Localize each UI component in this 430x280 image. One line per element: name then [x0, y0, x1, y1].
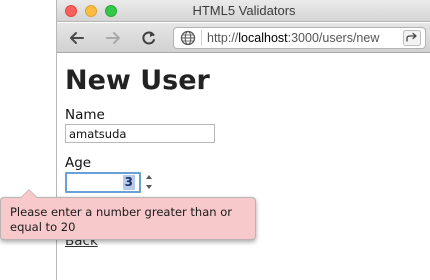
- age-value: 3: [122, 175, 135, 190]
- share-icon[interactable]: [403, 30, 421, 46]
- globe-icon: [180, 30, 196, 46]
- back-button[interactable]: [65, 27, 89, 49]
- url-path: :3000/users/new: [287, 31, 380, 45]
- tooltip-arrow-fill: [21, 190, 37, 198]
- name-field[interactable]: amatsuda: [65, 124, 215, 143]
- url-host: localhost: [238, 31, 288, 45]
- age-label: Age: [65, 155, 92, 171]
- browser-toolbar: http://localhost:3000/users/new: [57, 23, 430, 53]
- address-bar[interactable]: http://localhost:3000/users/new: [173, 27, 426, 49]
- validation-tooltip: Please enter a number greater than or eq…: [0, 197, 256, 240]
- stepper-up-icon: [146, 175, 152, 179]
- number-stepper[interactable]: [145, 173, 153, 191]
- page-title: New User: [65, 65, 210, 96]
- address-url[interactable]: http://localhost:3000/users/new: [207, 31, 379, 45]
- title-bar: HTML5 Validators: [57, 0, 430, 22]
- name-label: Name: [65, 107, 105, 123]
- url-protocol: http://: [207, 31, 239, 45]
- stepper-down-icon: [146, 185, 152, 189]
- arrow-right-icon: [106, 32, 120, 44]
- page-content: New User Name amatsuda Age 3 Back: [57, 54, 430, 280]
- reload-button[interactable]: [137, 27, 161, 49]
- address-separator: [201, 30, 202, 46]
- window-title: HTML5 Validators: [192, 3, 296, 18]
- forward-button[interactable]: [101, 27, 125, 49]
- arrow-left-icon: [70, 32, 84, 44]
- age-field[interactable]: 3: [65, 172, 141, 193]
- reload-icon: [142, 31, 155, 45]
